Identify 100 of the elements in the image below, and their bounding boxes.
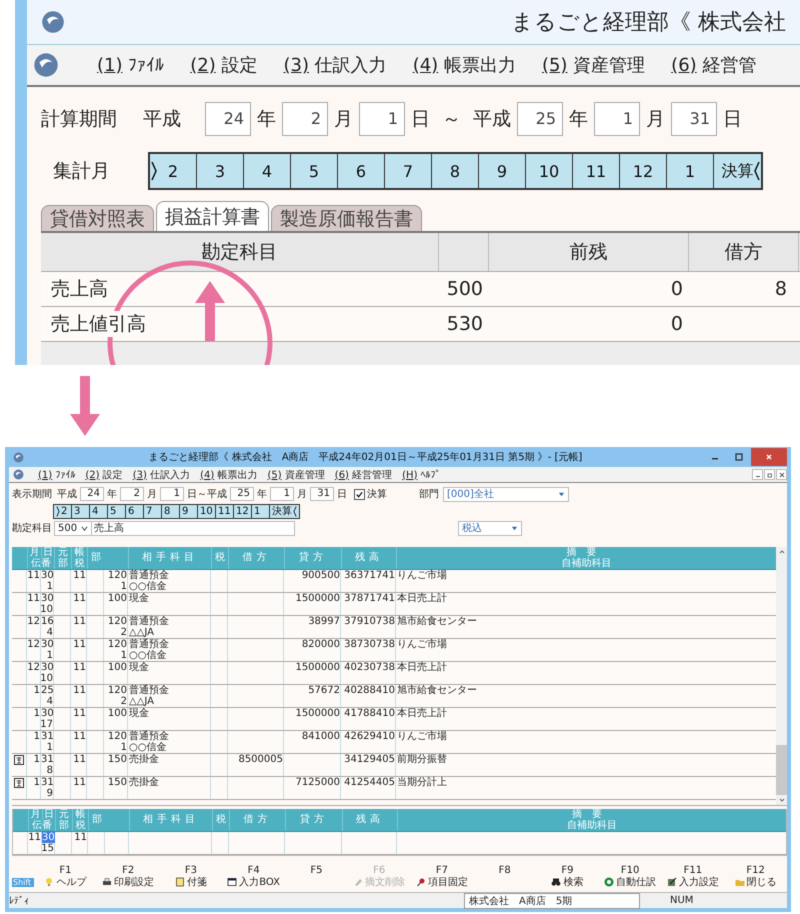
date-field[interactable]: 24 [80, 487, 104, 501]
menu-item[interactable]: (2) 設定 [85, 468, 123, 482]
month-cell-text: 1 [32, 685, 41, 696]
function-key-button[interactable]: F1 ヘルプ [34, 865, 97, 888]
function-key-button[interactable]: F10 自動仕訳 [598, 865, 662, 888]
function-key-button[interactable]: F3 付箋 [160, 865, 222, 888]
menu-item[interactable]: (2) 設定 [190, 53, 258, 77]
menu-item[interactable]: (5) 資産管理 [542, 53, 646, 77]
month-tab[interactable]: 8 [162, 504, 180, 518]
summary-cell-text: 前期分振替 [396, 754, 448, 765]
function-key-button[interactable]: F5 [285, 865, 348, 888]
date-field[interactable]: 1 [270, 487, 294, 501]
month-tab[interactable]: 7 [144, 504, 162, 518]
settlement-checkbox[interactable]: 決算 [354, 487, 387, 501]
month-input[interactable]: 11 [28, 832, 42, 843]
menu-item[interactable]: (6) 経営管 [671, 53, 756, 77]
date-field[interactable]: 25 [517, 102, 563, 136]
month-tab[interactable]: 2 [150, 154, 197, 188]
date-unit-label: 平成 [473, 107, 511, 132]
month-tab[interactable]: 11 [216, 504, 234, 518]
month-tab[interactable]: 決算 [270, 504, 299, 518]
scroll-thumb[interactable] [776, 745, 787, 795]
credit-cell-text: 820000 [300, 639, 341, 650]
balance-cell-text: 36371741 [343, 570, 396, 581]
date-field[interactable]: 25 [230, 487, 254, 501]
date-field[interactable]: 1 [359, 102, 405, 136]
app-logo-icon [13, 452, 24, 462]
sub-code-cell-text: 2 [120, 627, 128, 638]
menu-item[interactable]: (5) 資産管理 [267, 468, 325, 482]
tab[interactable]: 製造原価報告書 [271, 205, 422, 231]
column-header: 税 [211, 547, 228, 569]
date-field[interactable]: 2 [120, 487, 144, 501]
scroll-up-icon[interactable] [778, 548, 786, 556]
function-key-button[interactable]: F11 入力設定 [662, 865, 724, 888]
function-key-button[interactable]: F7 項目固定 [410, 865, 474, 888]
month-cell-text: 1 [32, 731, 41, 742]
sub-code-cell-text: 2 [120, 696, 128, 707]
function-key-button[interactable]: F12 閉じる [724, 865, 787, 888]
pin-icon [416, 877, 426, 887]
function-key-button[interactable]: F2 印刷設定 [96, 865, 160, 888]
month-tab[interactable]: 6 [126, 504, 144, 518]
month-tab[interactable]: 9 [180, 504, 198, 518]
month-tab[interactable]: 10 [198, 504, 216, 518]
day-input[interactable]: 30 [42, 832, 55, 843]
summary-cell-text: りんご市場 [396, 639, 448, 650]
scroll-down-icon[interactable] [778, 796, 786, 804]
function-key-button[interactable]: F4 入力BOX [222, 865, 285, 888]
month-tab[interactable]: 12 [234, 504, 252, 518]
ledger-input[interactable]: 11 [72, 832, 88, 843]
checkmark-icon [355, 490, 364, 498]
balance-cell-text: 34129405 [343, 754, 396, 765]
menu-item[interactable]: (H) ﾍﾙﾌﾟ [402, 468, 441, 480]
app-logo-icon [33, 52, 59, 78]
account-code-cell-text: 120 [106, 639, 128, 650]
month-cell: 12 [27, 616, 41, 627]
restore-button[interactable] [764, 469, 775, 480]
sub-code-cell-text: 1 [120, 742, 128, 753]
date-field[interactable]: 1 [160, 487, 184, 501]
date-field[interactable]: 31 [310, 487, 334, 501]
date-field[interactable]: 31 [671, 102, 717, 136]
date-field[interactable]: 24 [205, 102, 251, 136]
account-code-cell-text: 120 [106, 731, 128, 742]
sub-account-cell-text: ○○信金 [128, 650, 168, 661]
credit-cell-text: 57672 [307, 685, 341, 696]
menu-item[interactable]: (1) ﾌｧｲﾙ [38, 468, 76, 480]
month-tab[interactable]: 3 [72, 504, 90, 518]
tab[interactable]: 損益計算書 [156, 201, 269, 231]
date-field[interactable]: 1 [594, 102, 640, 136]
month-tab[interactable]: 1 [252, 504, 270, 518]
function-key-button[interactable]: F8 [473, 865, 536, 888]
dept-dropdown[interactable]: [000]全社 [443, 486, 569, 502]
function-key-button[interactable]: F9 検索 [536, 865, 599, 888]
menu-item[interactable]: (4) 帳票出力 [200, 468, 258, 482]
ledger-cell-text: 11 [72, 777, 87, 788]
month-tab[interactable]: 2 [54, 504, 72, 518]
month-tab[interactable]: 5 [108, 504, 126, 518]
column-header: 残高 [341, 547, 396, 569]
day-cell: 31 [41, 754, 54, 765]
sticky-note-icon [174, 877, 185, 887]
menu-item[interactable]: (3) 仕訳入力 [132, 468, 190, 482]
month-tab[interactable]: 4 [90, 504, 108, 518]
tax-mode-dropdown[interactable]: 税込 [458, 520, 522, 536]
account-code-dropdown[interactable]: 500 [54, 520, 91, 536]
scrollbar[interactable] [776, 547, 787, 805]
close-button[interactable] [776, 469, 787, 480]
sub-account-cell-text: ○○信金 [128, 742, 168, 753]
voucher-cell-text: 9 [46, 788, 54, 799]
tab[interactable]: 貸借対照表 [41, 205, 154, 231]
menu-item[interactable]: (4) 帳票出力 [412, 53, 516, 77]
account-name-field[interactable]: 売上高 [91, 520, 295, 536]
account-cell-text: 現金 [128, 708, 150, 719]
ledger-cell-text: 11 [72, 639, 87, 650]
voucher-input[interactable]: 15 [28, 843, 55, 854]
menu-item[interactable]: (6) 経営管理 [334, 468, 392, 482]
minimize-button[interactable] [752, 469, 763, 480]
form-edit-icon [666, 877, 677, 887]
sub-account-cell-text: △△JA [128, 696, 155, 707]
menu-item[interactable]: (3) 仕訳入力 [283, 53, 387, 77]
date-field[interactable]: 2 [282, 102, 328, 136]
menu-item[interactable]: (1) ﾌｧｲﾙ [97, 54, 164, 76]
